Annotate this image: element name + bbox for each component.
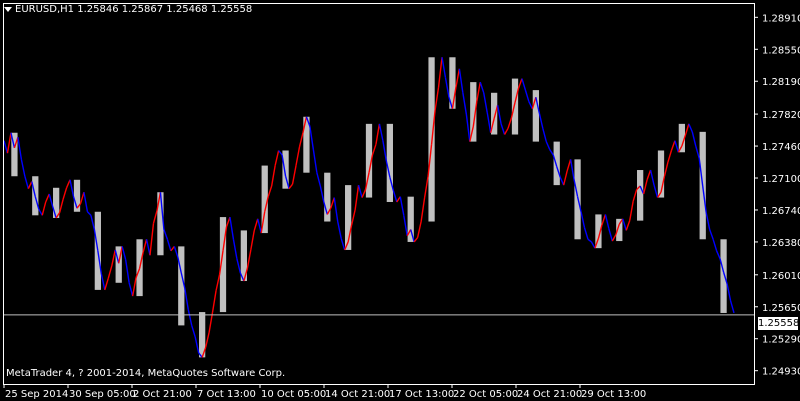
range-box: [178, 246, 185, 326]
y-tick-label: 1.26380: [762, 238, 800, 249]
y-tick-label: 1.28190: [762, 77, 800, 88]
chart-header: EURUSD,H1 1.25846 1.25867 1.25468 1.2555…: [4, 4, 252, 15]
chart-background: [0, 0, 800, 401]
close-value: 1.25558: [210, 4, 253, 15]
y-tick-label: 1.26740: [762, 206, 800, 217]
high-value: 1.25867: [121, 4, 164, 15]
x-tick-label: 17 Oct 13:00: [389, 389, 454, 400]
range-box: [637, 170, 644, 221]
y-tick-label: 1.26010: [762, 271, 800, 282]
x-tick-label: 30 Sep 05:00: [69, 389, 136, 400]
y-tick-label: 1.27820: [762, 110, 800, 121]
y-tick-label: 1.24930: [762, 367, 800, 378]
range-box: [553, 141, 560, 186]
y-tick-label: 1.27100: [762, 174, 800, 185]
x-tick-label: 10 Oct 05:00: [261, 389, 326, 400]
low-value: 1.25468: [166, 4, 208, 15]
x-tick-label: 14 Oct 21:00: [325, 389, 390, 400]
x-tick-label: 29 Oct 13:00: [581, 389, 646, 400]
copyright-text: MetaTrader 4, ? 2001-2014, MetaQuotes So…: [6, 368, 286, 379]
x-tick-label: 25 Sep 2014: [5, 389, 68, 400]
range-box: [511, 78, 519, 135]
symbol-label: EURUSD,H1: [15, 4, 75, 15]
y-tick-label: 1.25290: [762, 335, 800, 346]
range-box: [386, 123, 393, 202]
dropdown-triangle-icon[interactable]: [4, 6, 12, 12]
x-tick-label: 22 Oct 05:00: [453, 389, 518, 400]
x-tick-label: 24 Oct 21:00: [517, 389, 582, 400]
range-box: [720, 239, 727, 313]
open-value: 1.25846: [77, 4, 119, 15]
y-tick-label: 1.28550: [762, 45, 800, 56]
current-price-tag: 1.25558: [758, 317, 800, 330]
y-tick-label: 1.27460: [762, 142, 800, 153]
y-tick-label: 1.28910: [762, 13, 800, 24]
price-chart[interactable]: 1.28910 1.28550 1.28190 1.27820 1.27460 1.271…: [0, 0, 800, 401]
x-tick-label: 7 Oct 13:00: [197, 389, 256, 400]
y-tick-label: 1.25650: [762, 303, 800, 314]
x-tick-label: 2 Oct 21:00: [133, 389, 192, 400]
